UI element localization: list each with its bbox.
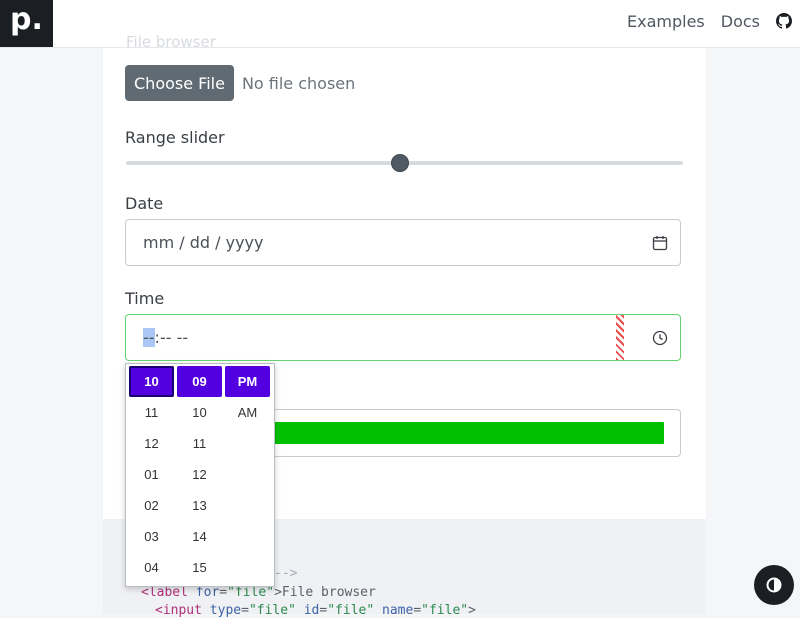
code-comment: --> (274, 566, 298, 581)
file-status: No file chosen (241, 73, 356, 93)
hour-option[interactable]: 03 (129, 521, 174, 552)
code-label-text: >File browser (274, 585, 376, 600)
site-header: p. Examples Docs (0, 0, 800, 48)
github-icon[interactable] (776, 13, 792, 29)
hour-option[interactable]: 11 (129, 397, 174, 428)
top-nav: Examples Docs (627, 0, 792, 42)
calendar-icon[interactable] (652, 235, 668, 251)
file-input: Choose File No file chosen (125, 65, 355, 101)
nav-docs[interactable]: Docs (721, 12, 760, 31)
invalid-marker (616, 315, 624, 360)
choose-file-button[interactable]: Choose File (125, 65, 234, 101)
hour-option[interactable]: 02 (129, 490, 174, 521)
range-label: Range slider (125, 128, 225, 147)
code-val-name: "file" (421, 603, 469, 618)
time-input[interactable]: --:-- -- (125, 314, 681, 361)
time-rest-segment[interactable]: :-- -- (155, 328, 189, 347)
minute-option[interactable]: 09 (177, 366, 222, 397)
nav-examples[interactable]: Examples (627, 12, 705, 31)
minute-option[interactable]: 12 (177, 459, 222, 490)
hour-option[interactable]: 04 (129, 552, 174, 583)
minute-option[interactable]: 11 (177, 428, 222, 459)
code-attr-id: id (303, 603, 320, 618)
hour-option[interactable]: 10 (129, 366, 174, 397)
time-hour-segment[interactable]: -- (143, 328, 155, 347)
range-slider[interactable] (126, 154, 683, 172)
contrast-icon (766, 577, 782, 593)
date-label: Date (125, 194, 164, 213)
time-label: Time (125, 289, 165, 308)
code-attr-for: for (195, 585, 220, 600)
hour-option[interactable]: 01 (129, 459, 174, 490)
minute-column: 09 10 11 12 13 14 15 (177, 366, 222, 583)
code-val-for: "file" (227, 585, 275, 600)
time-value: --:-- -- (143, 328, 188, 347)
code-attr-name: name (382, 603, 414, 618)
ampm-column: PM AM (225, 366, 270, 428)
clock-icon[interactable] (652, 330, 668, 346)
minute-option[interactable]: 10 (177, 397, 222, 428)
time-picker-dropdown: 10 11 12 01 02 03 04 09 10 11 12 13 14 1… (125, 363, 275, 587)
hour-column: 10 11 12 01 02 03 04 (129, 366, 174, 583)
ampm-option[interactable]: PM (225, 366, 270, 397)
ampm-option[interactable]: AM (225, 397, 270, 428)
site-logo[interactable]: p. (0, 0, 53, 47)
code-val-type: "file" (248, 603, 296, 618)
date-placeholder: mm / dd / yyyy (143, 233, 264, 252)
code-tag-input: <input (155, 603, 202, 618)
minute-option[interactable]: 15 (177, 552, 222, 583)
hour-option[interactable]: 12 (129, 428, 174, 459)
code-input-end: > (468, 603, 476, 618)
range-thumb[interactable] (391, 154, 410, 172)
code-val-id: "file" (327, 603, 375, 618)
minute-option[interactable]: 14 (177, 521, 222, 552)
date-input[interactable]: mm / dd / yyyy (125, 219, 681, 266)
code-attr-type: type (209, 603, 242, 618)
theme-toggle-button[interactable] (754, 565, 794, 605)
minute-option[interactable]: 13 (177, 490, 222, 521)
code-tag-label: <label (141, 585, 188, 600)
file-browser-label: File browser (126, 33, 216, 51)
